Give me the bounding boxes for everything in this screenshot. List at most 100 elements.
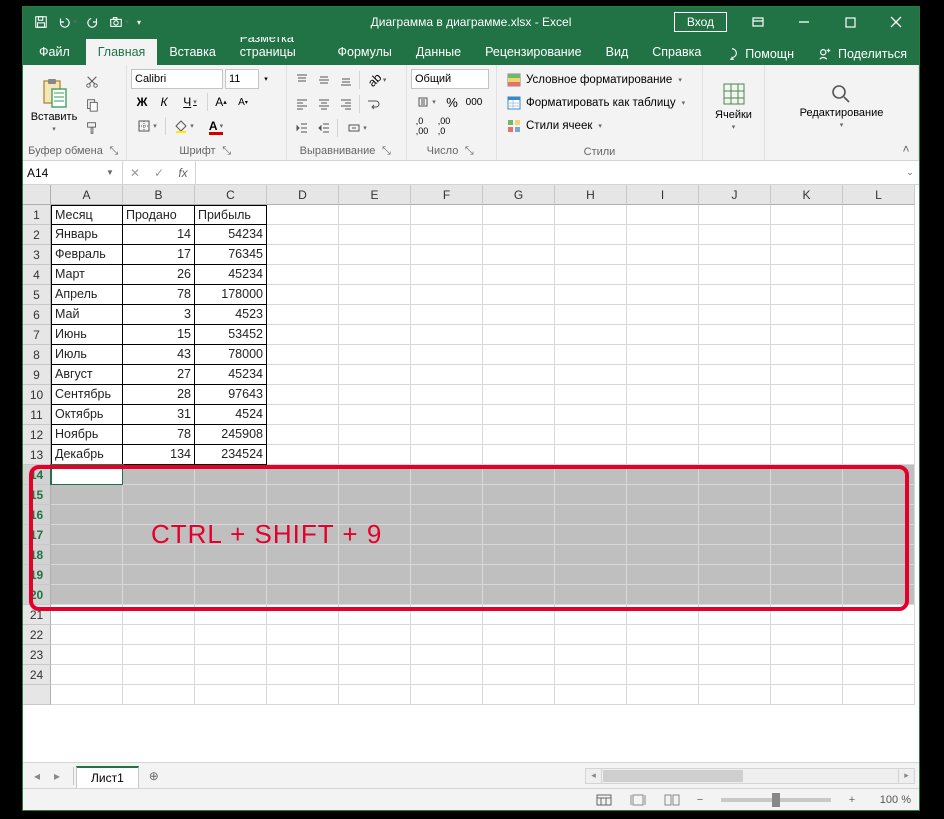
cell[interactable]: 178000 bbox=[195, 285, 267, 305]
cell[interactable]: Декабрь bbox=[51, 445, 123, 465]
cell[interactable] bbox=[51, 625, 123, 645]
cell[interactable]: 45234 bbox=[195, 365, 267, 385]
cell[interactable]: Апрель bbox=[51, 285, 123, 305]
cell[interactable] bbox=[627, 525, 699, 545]
cell[interactable] bbox=[843, 365, 915, 385]
cell[interactable] bbox=[411, 485, 483, 505]
cell[interactable]: Прибыль bbox=[195, 205, 267, 225]
cell[interactable] bbox=[771, 345, 843, 365]
cancel-formula-icon[interactable]: ✕ bbox=[123, 166, 147, 180]
row-header[interactable]: 14 bbox=[23, 465, 51, 485]
paste-button[interactable]: Вставить ▾ bbox=[27, 67, 81, 142]
cell[interactable] bbox=[771, 205, 843, 225]
row-header[interactable]: 22 bbox=[23, 625, 51, 645]
align-top-icon[interactable] bbox=[291, 69, 313, 91]
cell[interactable] bbox=[627, 685, 699, 705]
cell[interactable]: Май bbox=[51, 305, 123, 325]
cell[interactable]: Февраль bbox=[51, 245, 123, 265]
cell[interactable] bbox=[843, 665, 915, 685]
conditional-format-button[interactable]: Условное форматирование bbox=[501, 69, 698, 91]
cell[interactable] bbox=[627, 205, 699, 225]
tab-insert[interactable]: Вставка bbox=[157, 39, 227, 65]
cell[interactable] bbox=[483, 405, 555, 425]
cell[interactable] bbox=[699, 605, 771, 625]
cell[interactable] bbox=[411, 585, 483, 605]
cell[interactable] bbox=[555, 425, 627, 445]
cell[interactable] bbox=[627, 365, 699, 385]
name-box[interactable] bbox=[23, 166, 101, 180]
cell[interactable] bbox=[483, 585, 555, 605]
cut-icon[interactable] bbox=[81, 71, 103, 93]
expand-formula-bar-icon[interactable]: ⌄ bbox=[901, 161, 919, 184]
tab-data[interactable]: Данные bbox=[404, 39, 473, 65]
cell[interactable] bbox=[267, 625, 339, 645]
cell[interactable] bbox=[843, 505, 915, 525]
align-launcher-icon[interactable]: ⤡ bbox=[379, 144, 393, 158]
grow-font-icon[interactable]: A▴ bbox=[210, 91, 232, 113]
cell[interactable] bbox=[267, 645, 339, 665]
cell[interactable] bbox=[555, 365, 627, 385]
cell[interactable] bbox=[267, 685, 339, 705]
cell[interactable] bbox=[483, 325, 555, 345]
font-size-input[interactable] bbox=[225, 69, 259, 89]
maximize-icon[interactable] bbox=[827, 7, 873, 37]
cell[interactable] bbox=[771, 465, 843, 485]
fx-icon[interactable]: fx bbox=[171, 166, 195, 180]
col-header[interactable]: I bbox=[627, 185, 699, 205]
cell[interactable] bbox=[195, 605, 267, 625]
cell[interactable]: 76345 bbox=[195, 245, 267, 265]
cell[interactable] bbox=[123, 485, 195, 505]
accounting-icon[interactable] bbox=[411, 91, 441, 113]
cell[interactable] bbox=[771, 305, 843, 325]
wrap-text-icon[interactable] bbox=[362, 93, 384, 115]
cell[interactable] bbox=[411, 525, 483, 545]
cell[interactable] bbox=[339, 245, 411, 265]
cell[interactable] bbox=[51, 685, 123, 705]
cell[interactable] bbox=[195, 685, 267, 705]
cell[interactable] bbox=[699, 265, 771, 285]
cell[interactable] bbox=[627, 265, 699, 285]
cell[interactable]: 14 bbox=[123, 225, 195, 245]
decrease-indent-icon[interactable] bbox=[291, 117, 313, 139]
cell[interactable] bbox=[339, 405, 411, 425]
cell[interactable] bbox=[771, 425, 843, 445]
cell[interactable]: 3 bbox=[123, 305, 195, 325]
cell[interactable] bbox=[123, 625, 195, 645]
hscroll-thumb[interactable] bbox=[603, 770, 743, 782]
cell[interactable] bbox=[699, 645, 771, 665]
cell[interactable] bbox=[843, 685, 915, 705]
align-left-icon[interactable] bbox=[291, 93, 313, 115]
cell[interactable] bbox=[267, 365, 339, 385]
cell[interactable] bbox=[771, 485, 843, 505]
cell[interactable] bbox=[843, 545, 915, 565]
cell[interactable] bbox=[123, 465, 195, 485]
zoom-handle[interactable] bbox=[772, 793, 780, 807]
cell[interactable] bbox=[483, 605, 555, 625]
cell[interactable] bbox=[483, 565, 555, 585]
cell[interactable] bbox=[339, 525, 411, 545]
cell[interactable] bbox=[411, 285, 483, 305]
cell[interactable] bbox=[627, 385, 699, 405]
cell[interactable] bbox=[699, 205, 771, 225]
cell[interactable] bbox=[843, 585, 915, 605]
cell[interactable] bbox=[627, 345, 699, 365]
cell[interactable] bbox=[411, 465, 483, 485]
font-launcher-icon[interactable]: ⤡ bbox=[220, 144, 234, 158]
cell[interactable]: 4524 bbox=[195, 405, 267, 425]
cell[interactable] bbox=[555, 345, 627, 365]
cell[interactable] bbox=[699, 665, 771, 685]
cell[interactable]: 54234 bbox=[195, 225, 267, 245]
row-header[interactable]: 1 bbox=[23, 205, 51, 225]
cell[interactable] bbox=[411, 365, 483, 385]
cell[interactable] bbox=[411, 545, 483, 565]
cells-button[interactable]: Ячейки ▾ bbox=[708, 67, 759, 144]
cell[interactable]: Январь bbox=[51, 225, 123, 245]
cell[interactable] bbox=[267, 485, 339, 505]
cell[interactable] bbox=[267, 445, 339, 465]
cell[interactable] bbox=[51, 645, 123, 665]
cell[interactable]: 53452 bbox=[195, 325, 267, 345]
cell[interactable] bbox=[483, 385, 555, 405]
redo-icon[interactable] bbox=[81, 10, 105, 34]
cell[interactable] bbox=[339, 365, 411, 385]
cell[interactable] bbox=[555, 505, 627, 525]
